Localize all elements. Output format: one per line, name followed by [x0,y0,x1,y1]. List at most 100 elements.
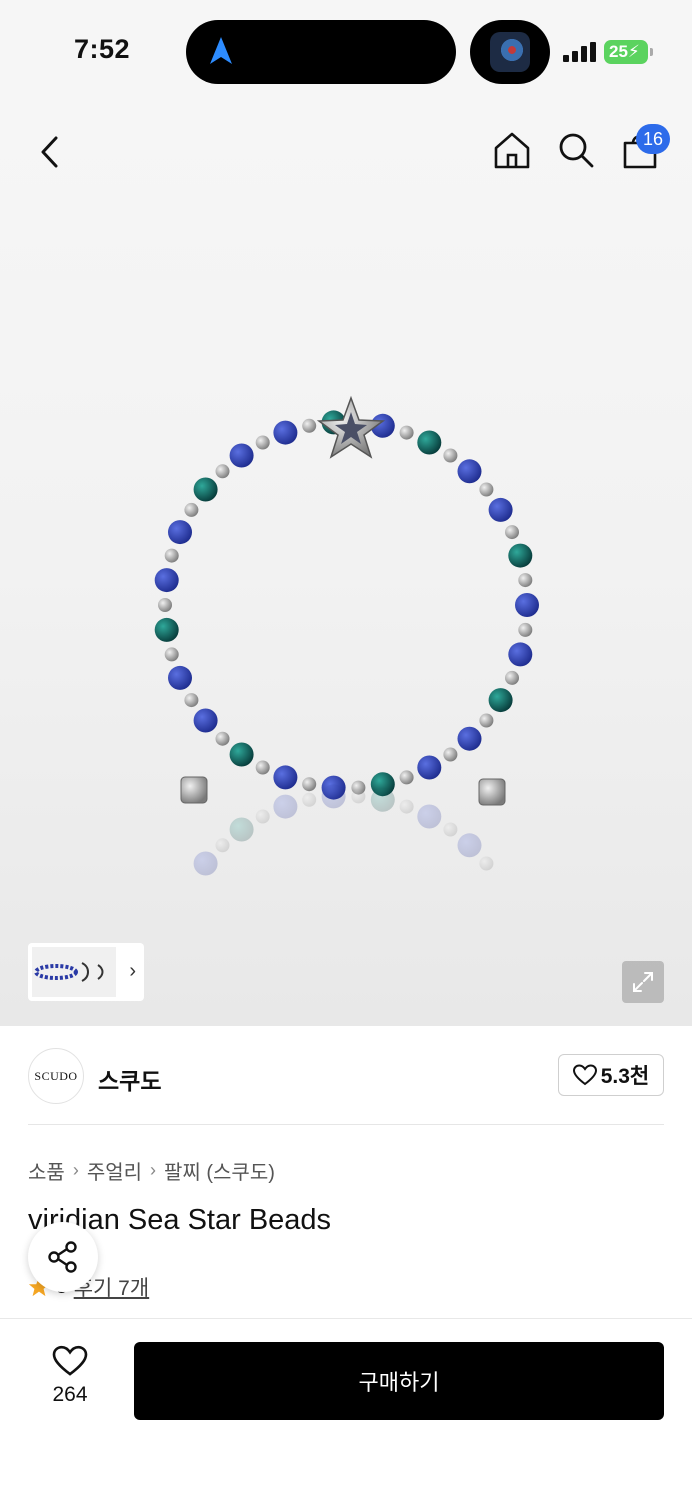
bead [164,548,179,563]
bead [488,497,513,522]
bead-reflection [321,784,346,809]
bead [193,477,218,502]
back-button[interactable] [28,130,72,174]
breadcrumb-item[interactable]: 팔찌 (스쿠도) [164,1156,275,1185]
bead-reflection [479,856,494,871]
bead [193,708,218,733]
bead [479,713,494,728]
expand-button[interactable] [622,961,664,1003]
signal-icon [563,42,596,62]
chevron-right-icon: › [129,960,136,982]
bead [302,418,317,433]
bead [505,525,519,540]
share-button[interactable] [28,1222,98,1292]
bead-reflection [443,822,458,837]
breadcrumb-item[interactable]: 소품 [28,1156,65,1185]
bead [488,688,513,713]
bead [255,435,270,450]
bead [508,642,533,667]
brand-like-button[interactable]: 5.3천 [558,1054,664,1096]
bead [184,502,199,517]
wishlist-count: 264 [52,1383,88,1406]
bead [399,425,414,440]
bottom-action-bar: 264 구매하기 [0,1318,692,1500]
bead [417,755,442,780]
bead [168,520,192,545]
bead [164,647,179,662]
bead-reflection [351,789,366,804]
brand-name[interactable]: 스쿠도 [98,1062,161,1096]
brand-row[interactable]: SCUDO 스쿠도 5.3천 [28,1046,664,1106]
bead [508,543,533,568]
dynamic-island [186,20,456,84]
bead [479,482,494,497]
bead [443,448,458,463]
bead [399,770,414,785]
bead [515,593,539,617]
bead [215,464,230,479]
status-bar: 7:52 25⚡ [0,0,692,100]
bead-reflection [370,787,395,812]
breadcrumb-item[interactable]: 주얼리 [87,1156,142,1185]
live-activity [470,20,550,84]
bead [518,622,533,637]
bead [215,731,230,746]
battery-level: 25 [609,42,628,61]
bead [505,670,519,685]
cube-charm [180,776,208,804]
bead-reflection [457,833,482,858]
bead [443,747,458,762]
bead [255,760,270,775]
chevron-right-icon: › [72,1160,79,1180]
brand-like-count: 5.3천 [600,1065,650,1088]
battery-indicator: 25⚡ [604,40,653,64]
bead [184,693,199,708]
back-arrow-icon [41,136,58,168]
bead-reflection [302,792,317,807]
bead-reflection [193,851,218,876]
bead-reflection [417,804,442,829]
brand-logo[interactable]: SCUDO [28,1048,84,1104]
wishlist-button[interactable]: 264 [36,1345,104,1415]
product-image [154,395,539,876]
status-time: 7:52 [74,34,131,64]
home-button[interactable] [490,128,534,172]
bead [154,617,179,642]
bead [457,459,482,484]
bead-reflection [273,794,298,819]
buy-button[interactable]: 구매하기 [134,1342,664,1420]
cart-count-badge: 16 [636,124,670,154]
breadcrumb: 소품 › 주얼리 › 팔찌 (스쿠도) [28,1156,275,1185]
chevron-right-icon: › [150,1160,157,1180]
home-icon [494,132,530,169]
bead [168,665,192,690]
bead [273,765,298,790]
search-icon [559,133,594,168]
bead-reflection [399,799,414,814]
live-activity-thumbnail [490,32,530,72]
bead-reflection [255,809,270,824]
bead [273,420,298,445]
bracelet-reflection [193,784,494,876]
share-icon [48,1241,77,1273]
bead [417,430,442,455]
search-button[interactable] [554,128,598,172]
bead-reflection [229,817,254,842]
thumbnail-image [32,947,116,997]
bead [158,598,172,612]
bracelet-beads [154,410,539,806]
bead [229,742,254,767]
navigation-arrow-icon [210,37,232,64]
bead-reflection [215,838,230,853]
heart-icon [572,1064,597,1086]
bead [154,568,179,593]
image-thumbnails[interactable]: › [28,943,144,1001]
star-charm [316,395,386,459]
bead [457,726,482,751]
product-image-area[interactable]: 16 › [0,100,692,1026]
expand-icon [633,972,653,992]
bead [518,573,533,588]
heart-icon [52,1345,88,1376]
bead [302,777,317,792]
divider [28,1124,664,1125]
